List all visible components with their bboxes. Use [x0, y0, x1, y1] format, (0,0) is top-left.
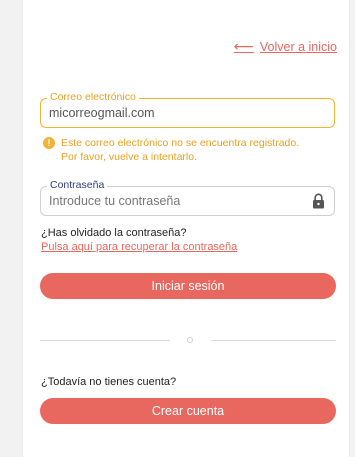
back-to-home-link[interactable]: ⟵ Volver a inicio [234, 38, 337, 55]
create-account-button[interactable]: Crear cuenta [40, 398, 336, 424]
password-field-label: Contraseña [47, 179, 108, 191]
arrow-left-icon: ⟵ [233, 38, 254, 54]
email-error-line-2: Por favor, vuelve a intentarlo. [61, 151, 197, 163]
no-account-question: ¿Todavía no tienes cuenta? [41, 376, 177, 388]
password-field[interactable]: Contraseña Introduce tu contraseña [40, 179, 335, 216]
warning-icon: ! [43, 137, 55, 149]
forgot-password-question: ¿Has olvidado la contraseña? [41, 227, 187, 239]
password-input-placeholder[interactable]: Introduce tu contraseña [49, 194, 180, 208]
email-error-line-1: Este correo electrónico no se encuentra … [61, 137, 300, 149]
divider-dot [187, 337, 193, 343]
login-button[interactable]: Iniciar sesión [40, 273, 336, 299]
email-error-message: ! Este correo electrónico no se encuentr… [43, 136, 343, 164]
lock-icon [313, 193, 324, 209]
email-field-label: Correo electrónico [47, 91, 139, 103]
recover-password-link[interactable]: Pulsa aquí para recuperar la contraseña [41, 241, 237, 253]
divider-left [40, 340, 170, 341]
login-card: ⟵ Volver a inicio Correo electrónico mic… [22, 0, 350, 457]
divider-right [211, 340, 336, 341]
email-field[interactable]: Correo electrónico micorreogmail.com [40, 91, 335, 128]
back-link-label: Volver a inicio [259, 39, 337, 54]
email-input-value[interactable]: micorreogmail.com [49, 106, 155, 120]
